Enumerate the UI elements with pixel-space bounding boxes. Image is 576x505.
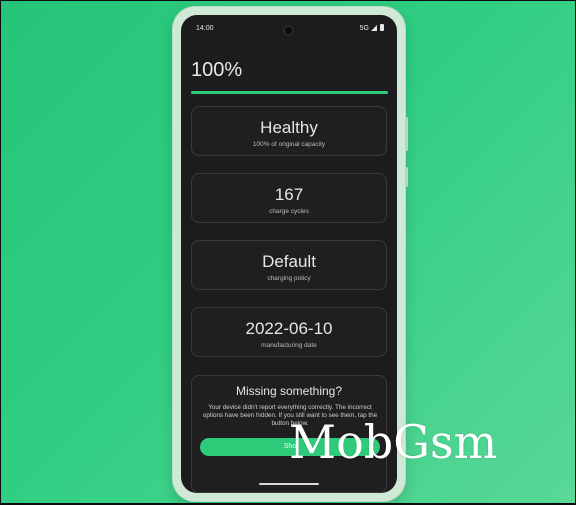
network-type: 5G — [359, 25, 369, 32]
cycles-label: charge cycles — [269, 208, 309, 215]
signal-icon — [371, 25, 377, 31]
battery-percent: 100% — [191, 59, 243, 81]
battery-progress-fill — [191, 91, 388, 94]
health-value: Healthy — [260, 118, 318, 137]
manufacturing-label: manufacturing date — [261, 342, 317, 349]
policy-card: Default charging policy — [191, 240, 387, 290]
missing-title: Missing something? — [235, 384, 343, 398]
manufacturing-card: 2022-06-10 manufacturing date — [191, 307, 387, 357]
cycles-card: 167 charge cycles — [191, 173, 387, 223]
cycles-value: 167 — [274, 185, 304, 204]
health-card: Healthy 100% of original capacity — [191, 106, 387, 156]
volume-button — [405, 117, 408, 151]
battery-icon — [380, 24, 384, 31]
policy-label: charging policy — [267, 275, 311, 282]
health-label: 100% of original capacity — [252, 141, 326, 148]
policy-value: Default — [262, 252, 316, 271]
status-time: 14:00 — [196, 25, 214, 32]
power-button — [405, 167, 408, 187]
watermark-logo: MobGsm — [289, 415, 498, 469]
home-indicator[interactable] — [259, 483, 319, 485]
battery-progress-bar — [191, 91, 388, 94]
manufacturing-value: 2022-06-10 — [245, 319, 333, 338]
status-bar: 14:00 5G — [181, 15, 397, 37]
camera-cutout — [283, 25, 294, 36]
